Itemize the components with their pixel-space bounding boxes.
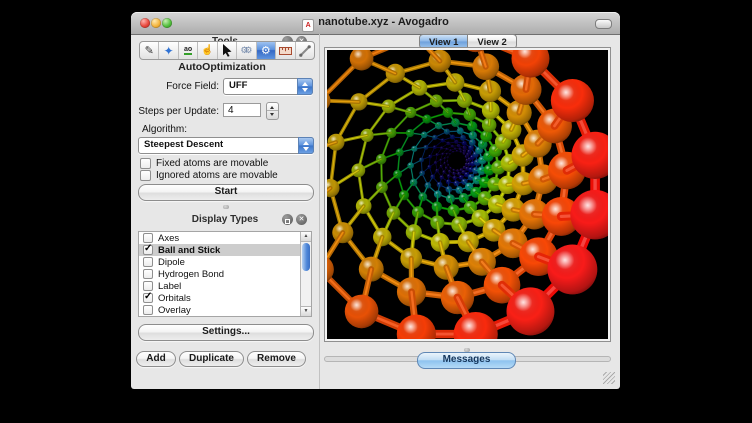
display-type-row[interactable]: Hydrogen Bond [139,268,311,280]
title-bar[interactable]: Ananotube.xyz - Avogadro [131,12,620,35]
tool-selector: ✎✦ao☝⚙⚙⚙ [139,41,315,60]
measure-tool-button[interactable] [276,42,295,59]
duplicate-button[interactable]: Duplicate [179,351,244,367]
display-type-row[interactable]: Overlay [139,304,311,316]
display-type-label: Hydrogen Bond [158,269,224,280]
display-type-row[interactable]: Orbitals [139,292,311,304]
fixed-atoms-option[interactable]: Fixed atoms are movable [140,158,268,169]
display-type-checkbox[interactable] [143,269,153,279]
display-type-checkbox[interactable] [143,245,153,255]
display-type-checkbox[interactable] [143,257,153,267]
display-type-row[interactable]: Axes [139,232,311,244]
pencil-icon: ✎ [145,44,154,57]
display-type-checkbox[interactable] [143,293,153,303]
auto-optimize-tool-button[interactable]: ⚙ [257,42,276,59]
left-dock: Tools ✕ ✎✦ao☝⚙⚙⚙ AutoOptimization Force … [131,34,320,389]
force-field-label: Force Field: [131,81,219,92]
navigate-star-icon: ✦ [164,44,174,58]
steps-stepper[interactable] [266,102,279,120]
display-type-label: Dipole [158,257,185,268]
display-types-scrollbar[interactable]: ▲ ▼ [300,232,311,316]
ruler-icon [279,47,292,55]
bond-centric-tool-button[interactable]: ao [179,42,198,59]
nanotube-render [327,50,608,339]
steps-label: Steps per Update: [131,106,219,117]
display-type-checkbox[interactable] [143,305,153,315]
steps-input[interactable]: 4 [223,103,261,117]
display-type-row[interactable]: Dipole [139,256,311,268]
main-area: View 1 View 2 [320,34,620,389]
cursor-arrow-icon [222,44,232,57]
dock-splitter-handle[interactable] [223,205,229,209]
messages-button[interactable]: Messages [417,352,516,369]
align-tool-button[interactable] [296,42,314,59]
display-type-label: Overlay [158,305,191,316]
settings-button[interactable]: Settings... [138,324,314,341]
scroll-down-icon[interactable]: ▼ [301,306,311,316]
bond-centric-icon: ao [184,46,192,55]
display-type-checkbox[interactable] [143,233,153,243]
add-button[interactable]: Add [136,351,176,367]
display-types-float-button[interactable] [282,214,293,225]
gear-icon: ⚙ [261,44,271,57]
gl-viewport-frame [324,47,611,342]
navigate-tool-button[interactable]: ✦ [159,42,178,59]
gears-icon: ⚙⚙ [240,45,248,56]
ignored-atoms-option[interactable]: Ignored atoms are movable [140,170,278,181]
selection-tool-button[interactable] [218,42,237,59]
popup-arrows-icon [297,78,313,95]
algorithm-label: Algorithm: [142,124,187,135]
algorithm-select[interactable]: Steepest Descent [138,137,314,154]
start-button[interactable]: Start [138,184,314,201]
display-type-label: Label [158,281,181,292]
fixed-atoms-checkbox[interactable] [140,158,151,169]
display-type-row[interactable]: Label [139,280,311,292]
display-type-row[interactable]: Ball and Stick [139,244,311,256]
avogadro-window: Ananotube.xyz - Avogadro Tools ✕ ✎✦ao☝⚙⚙… [131,12,620,389]
desktop: Ananotube.xyz - Avogadro Tools ✕ ✎✦ao☝⚙⚙… [0,0,752,423]
tool-heading: AutoOptimization [131,61,313,73]
window-title: Ananotube.xyz - Avogadro [131,16,620,32]
display-type-label: Ball and Stick [158,245,220,256]
popup-arrows-icon [298,137,314,154]
force-field-select[interactable]: UFF [223,78,313,95]
remove-button[interactable]: Remove [247,351,306,367]
align-stick-icon [299,45,311,57]
ignored-atoms-checkbox[interactable] [140,170,151,181]
display-type-checkbox[interactable] [143,281,153,291]
hand-icon: ☝ [201,45,213,56]
toolbar-toggle-button[interactable] [595,19,612,29]
scroll-up-icon[interactable]: ▲ [301,232,311,242]
resize-grip[interactable] [603,372,615,384]
document-icon: A [302,19,314,32]
display-types-list: AxesBall and StickDipoleHydrogen BondLab… [138,231,312,317]
display-type-label: Orbitals [158,293,191,304]
draw-tool-button[interactable]: ✎ [140,42,159,59]
manipulate-tool-button[interactable]: ☝ [198,42,217,59]
scrollbar-thumb[interactable] [302,243,310,271]
gl-viewport[interactable] [327,50,608,339]
display-type-label: Axes [158,233,179,244]
display-types-close-button[interactable]: ✕ [296,214,307,225]
auto-rotate-tool-button[interactable]: ⚙⚙ [237,42,256,59]
